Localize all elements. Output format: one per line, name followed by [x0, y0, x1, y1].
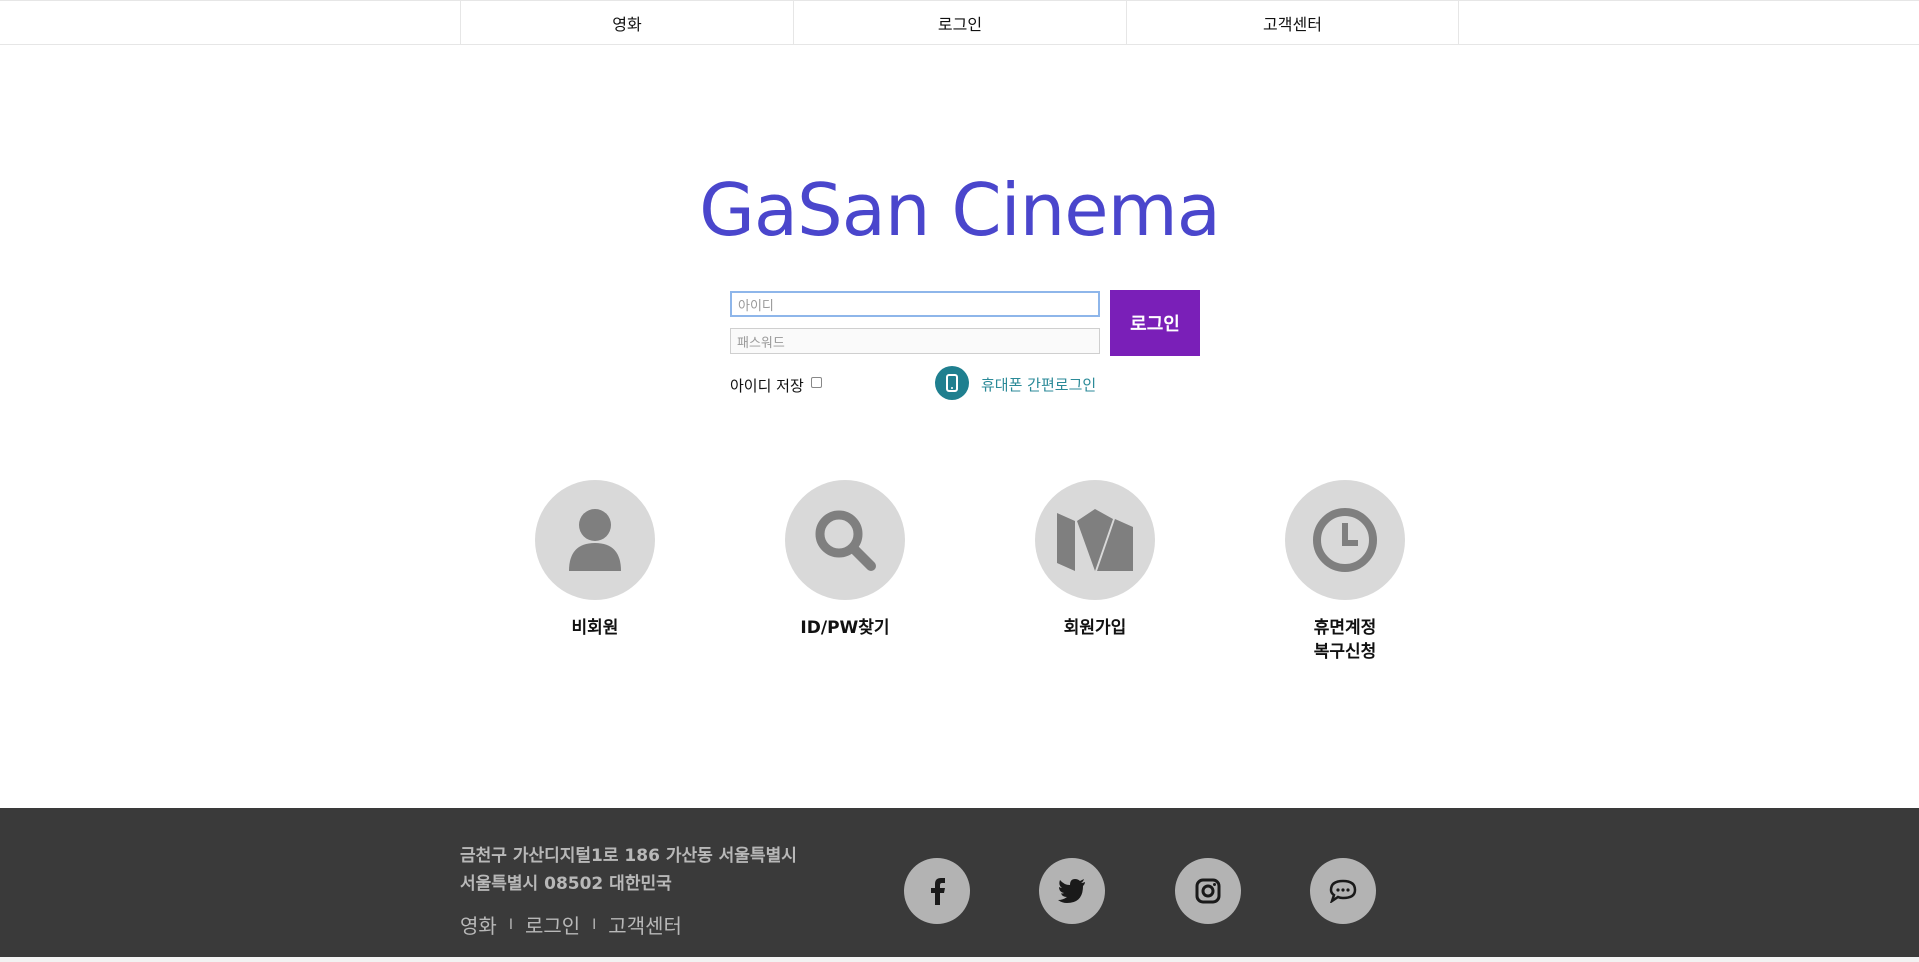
- password-input[interactable]: 패스워드: [730, 328, 1100, 354]
- address-line-2: 서울특별시 08502 대한민국: [460, 874, 672, 894]
- menu-item-label: ID/PW찾기: [800, 618, 890, 638]
- instagram-icon[interactable]: [1175, 858, 1241, 924]
- id-input-placeholder: 아이디: [738, 298, 774, 314]
- phone-login-link[interactable]: 휴대폰 간편로그인: [981, 374, 1096, 395]
- search-icon: [785, 480, 905, 600]
- signup-menu-item[interactable]: 회원가입: [1030, 480, 1160, 640]
- nav-item-movie[interactable]: 영화: [460, 1, 793, 45]
- site-logo: GaSan Cinema: [699, 168, 1221, 252]
- menu-item-label: 회원가입: [1063, 618, 1127, 638]
- nav-item-customer-center[interactable]: 고객센터: [1126, 1, 1459, 45]
- nav-item-login[interactable]: 로그인: [793, 1, 1126, 45]
- footer: 금천구 가산디지털1로 186 가산동 서울특별시 서울특별시 08502 대한…: [0, 808, 1919, 962]
- footer-address: 금천구 가산디지털1로 186 가산동 서울특별시 서울특별시 08502 대한…: [460, 842, 797, 898]
- person-icon: [535, 480, 655, 600]
- footer-link-login[interactable]: 로그인: [525, 910, 580, 939]
- footer-links: 영화 I 로그인 I 고객센터: [460, 910, 682, 939]
- nav-item-label: 고객센터: [1263, 15, 1322, 34]
- id-input[interactable]: 아이디: [730, 291, 1100, 317]
- phone-icon[interactable]: [935, 366, 969, 400]
- medium-m-icon: [1035, 480, 1155, 600]
- menu-item-label: 휴면계정 복구신청: [1313, 618, 1377, 662]
- footer-link-movie[interactable]: 영화: [460, 910, 497, 939]
- facebook-icon[interactable]: [904, 858, 970, 924]
- chat-icon[interactable]: [1310, 858, 1376, 924]
- login-button[interactable]: 로그인: [1110, 290, 1200, 356]
- top-nav: 영화 로그인 고객센터: [0, 0, 1919, 45]
- page-bottom-edge: [0, 957, 1919, 962]
- footer-link-customer-center[interactable]: 고객센터: [608, 910, 682, 939]
- dormant-restore-menu-item[interactable]: 휴면계정 복구신청: [1280, 480, 1410, 664]
- save-id-checkbox[interactable]: [811, 377, 822, 388]
- nav-item-label: 로그인: [937, 15, 983, 34]
- nav-item-label: 영화: [612, 15, 642, 34]
- footer-link-separator: I: [592, 916, 597, 933]
- find-id-pw-menu-item[interactable]: ID/PW찾기: [780, 480, 910, 640]
- clock-icon: [1285, 480, 1405, 600]
- save-id-label: 아이디 저장: [730, 377, 804, 395]
- menu-item-label: 비회원: [571, 618, 619, 638]
- guest-menu-item[interactable]: 비회원: [530, 480, 660, 640]
- twitter-icon[interactable]: [1039, 858, 1105, 924]
- footer-link-separator: I: [508, 916, 513, 933]
- address-line-1: 금천구 가산디지털1로 186 가산동 서울특별시: [460, 846, 797, 866]
- password-input-placeholder: 패스워드: [737, 335, 785, 351]
